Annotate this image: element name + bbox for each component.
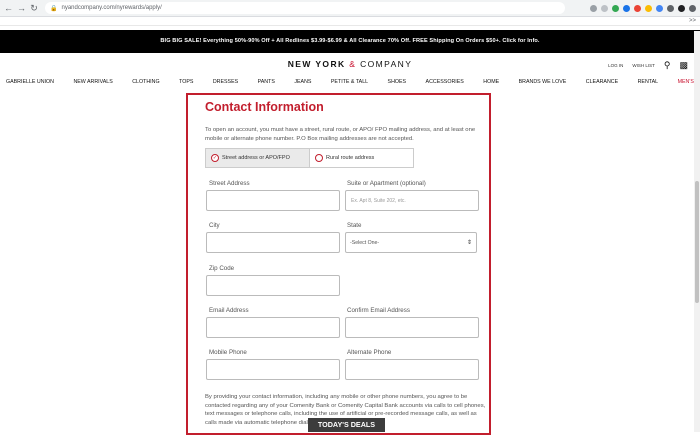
radio-checked-icon: ✓ [211,154,219,162]
state-select-value: -Select One- [350,239,380,246]
tab-street-label: Street address or APO/FPO [222,155,290,161]
tab-rural-label: Rural route address [326,155,375,161]
bookmark-overflow[interactable]: >> [689,18,696,24]
site-logo[interactable]: NEW YORK & COMPANY [0,59,700,69]
address-type-toggle: ✓ Street address or APO/FPO Rural route … [205,148,414,168]
alternate-phone-label: Alternate Phone [347,349,392,356]
tab-street-address[interactable]: ✓ Street address or APO/FPO [206,149,310,167]
browser-toolbar: ← → ↻ 🔒 nyandcompany.com/nyrewards/apply… [0,0,700,17]
wishlist-link[interactable]: WISH LIST [632,63,655,68]
logo-text-company: COMPANY [360,59,413,69]
extension-blue-icon[interactable] [623,4,630,12]
site-header: NEW YORK & COMPANY LOG IN WISH LIST ⚲ ▩ [0,53,700,75]
menu-item-accessories[interactable]: ACCESSORIES [426,79,464,85]
tab-rural-route[interactable]: Rural route address [310,149,413,167]
city-label: City [209,222,220,229]
city-input[interactable] [206,232,340,253]
todays-deals-button[interactable]: TODAY'S DEALS [308,418,385,432]
form-title: Contact Information [205,100,324,114]
select-arrows-icon: ⇕ [466,240,472,246]
bookmark-star-icon[interactable] [601,4,608,12]
promo-banner[interactable]: BIG BIG SALE! Everything 50%-90% Off + A… [0,30,700,53]
extensions-area [590,4,696,12]
zip-input[interactable] [206,275,340,296]
alternate-phone-input[interactable] [345,359,479,380]
extension-red-icon[interactable] [634,4,641,12]
profile-avatar[interactable] [678,4,685,12]
confirm-email-input[interactable] [345,317,479,338]
menu-item-dresses[interactable]: DRESSES [213,79,238,85]
shopping-bag-icon[interactable]: ▩ [679,61,688,70]
email-input[interactable] [206,317,340,338]
search-icon[interactable]: ⚲ [664,61,671,70]
reload-icon[interactable]: ↻ [30,0,38,17]
puzzle-icon[interactable] [667,4,674,12]
main-menu: GABRIELLE UNION NEW ARRIVALS CLOTHING TO… [0,75,700,89]
share-icon[interactable] [590,4,597,12]
bookmark-bar: >> [0,17,700,26]
scrollbar-thumb[interactable] [695,181,699,303]
more-menu-icon[interactable] [689,4,696,12]
menu-item-brands-we-love[interactable]: BRANDS WE LOVE [519,79,567,85]
menu-item-jeans[interactable]: JEANS [294,79,311,85]
menu-item-shoes[interactable]: SHOES [388,79,407,85]
menu-item-mens[interactable]: MEN'S [678,79,694,85]
logo-text-main: NEW YORK [287,59,346,69]
suite-label: Suite or Apartment (optional) [347,180,426,187]
forward-icon[interactable]: → [17,0,26,17]
state-select[interactable]: -Select One- ⇕ [345,232,477,253]
state-label: State [347,222,362,229]
menu-item-clothing[interactable]: CLOTHING [132,79,159,85]
url-text: nyandcompany.com/nyrewards/apply/ [61,5,162,11]
contact-information-form: Contact Information To open an account, … [186,93,491,435]
menu-item-new-arrivals[interactable]: NEW ARRIVALS [73,79,112,85]
confirm-email-label: Confirm Email Address [347,307,410,314]
extension-translate-icon[interactable] [656,4,663,12]
login-link[interactable]: LOG IN [608,63,623,68]
suite-input[interactable] [345,190,479,211]
menu-item-petite-tall[interactable]: PETITE & TALL [331,79,368,85]
radio-unchecked-icon [315,154,323,162]
back-icon[interactable]: ← [4,0,13,17]
extension-green-icon[interactable] [612,4,619,12]
logo-ampersand: & [349,59,357,69]
menu-item-rental[interactable]: RENTAL [638,79,659,85]
lock-icon: 🔒 [50,5,58,12]
mobile-phone-label: Mobile Phone [209,349,247,356]
page-scrollbar[interactable] [694,31,700,432]
street-address-input[interactable] [206,190,340,211]
zip-label: Zip Code [209,265,235,272]
header-utility: LOG IN WISH LIST ⚲ ▩ [608,61,688,70]
mobile-phone-input[interactable] [206,359,340,380]
email-label: Email Address [209,307,249,314]
menu-item-clearance[interactable]: CLEARANCE [586,79,618,85]
extension-yellow-icon[interactable] [645,4,652,12]
menu-item-pants[interactable]: PANTS [258,79,275,85]
form-intro: To open an account, you must have a stre… [205,127,476,142]
menu-item-home[interactable]: HOME [483,79,499,85]
menu-item-gabrielle-union[interactable]: GABRIELLE UNION [6,79,54,85]
menu-item-tops[interactable]: TOPS [179,79,193,85]
address-bar[interactable]: 🔒 nyandcompany.com/nyrewards/apply/ [45,2,565,14]
promo-text: BIG BIG SALE! Everything 50%-90% Off + A… [160,38,540,44]
street-address-label: Street Address [209,180,250,187]
